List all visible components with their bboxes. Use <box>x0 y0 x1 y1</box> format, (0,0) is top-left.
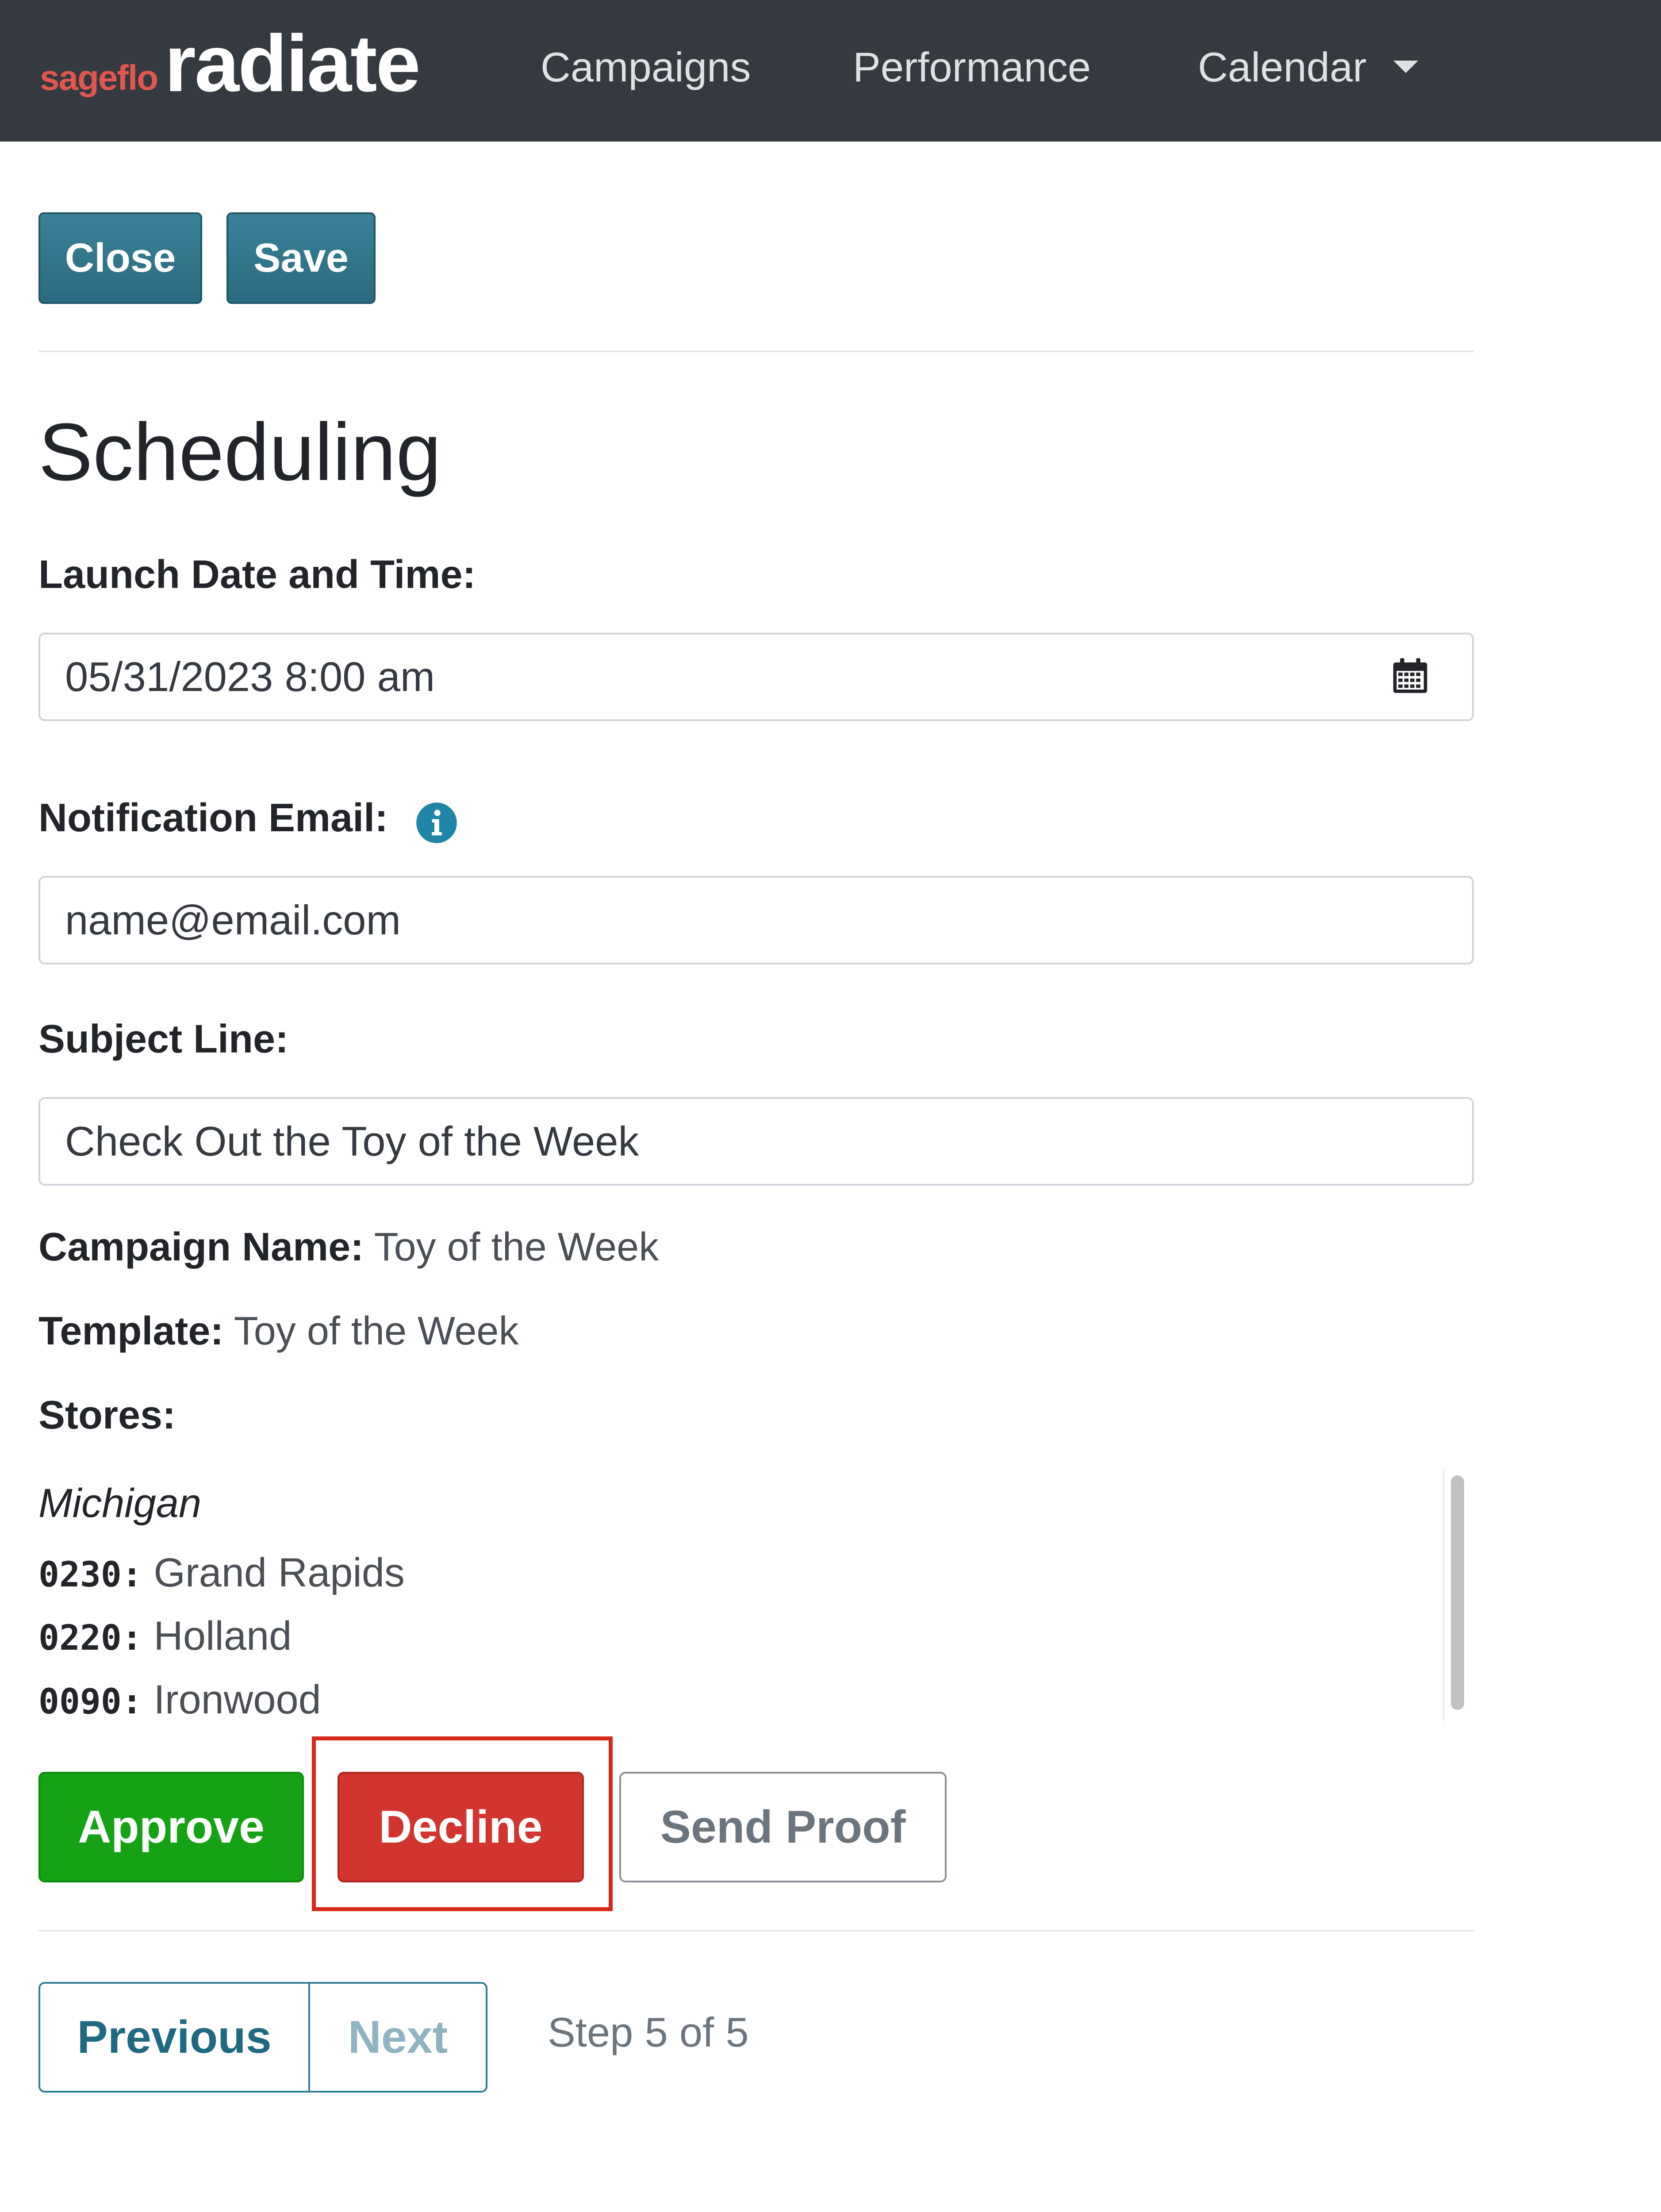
decline-highlight-box <box>312 1736 613 1911</box>
page-title: Scheduling <box>38 406 441 497</box>
stores-scrollbar-thumb[interactable] <box>1451 1475 1464 1710</box>
top-navbar: sageflo radiate Campaigns Performance Ca… <box>0 0 1661 142</box>
campaign-name-row: Campaign Name: Toy of the Week <box>38 1225 659 1269</box>
approve-button[interactable]: Approve <box>38 1772 304 1882</box>
next-button[interactable]: Next <box>310 1984 486 2091</box>
subject-line-label: Subject Line: <box>38 1017 289 1061</box>
subject-line-value: Check Out the Toy of the Week <box>65 1118 639 1164</box>
close-button[interactable]: Close <box>38 212 202 304</box>
calendar-icon[interactable] <box>1390 656 1431 696</box>
subject-line-input[interactable]: Check Out the Toy of the Week <box>38 1097 1474 1186</box>
step-indicator: Step 5 of 5 <box>548 2009 749 2055</box>
send-proof-button[interactable]: Send Proof <box>619 1772 947 1882</box>
brand-logo-main[interactable]: radiate <box>165 23 421 104</box>
chevron-down-icon[interactable] <box>1393 61 1418 73</box>
launch-date-input[interactable]: 05/31/2023 8:00 am <box>38 633 1474 721</box>
template-key: Template: <box>38 1309 224 1353</box>
brand-logo-small[interactable]: sageflo <box>40 58 158 98</box>
save-button[interactable]: Save <box>226 212 376 304</box>
store-region-heading: Michigan <box>38 1481 202 1526</box>
divider <box>38 350 1474 352</box>
nav-calendar[interactable]: Calendar <box>1198 44 1366 90</box>
launch-date-value: 05/31/2023 8:00 am <box>65 653 435 700</box>
store-list-item: 0090: Ironwood <box>38 1677 321 1722</box>
store-name: Grand Rapids <box>153 1550 405 1595</box>
nav-campaigns[interactable]: Campaigns <box>541 44 751 90</box>
store-name: Holland <box>153 1613 292 1659</box>
divider <box>38 1930 1474 1932</box>
template-value: Toy of the Week <box>234 1309 519 1353</box>
stores-label-row: Stores: <box>38 1394 176 1437</box>
notification-email-label: Notification Email: <box>38 796 388 840</box>
template-row: Template: Toy of the Week <box>38 1310 518 1353</box>
store-code: 0090: <box>38 1682 142 1722</box>
notification-email-input[interactable]: name@email.com <box>38 876 1474 964</box>
store-name: Ironwood <box>153 1677 321 1722</box>
stores-key: Stores: <box>38 1393 176 1437</box>
nav-performance[interactable]: Performance <box>853 44 1091 90</box>
info-icon[interactable] <box>414 801 459 845</box>
campaign-name-value: Toy of the Week <box>374 1225 659 1269</box>
pagination: Previous Next <box>38 1982 487 2093</box>
store-list-item: 0220: Holland <box>38 1613 292 1659</box>
previous-button[interactable]: Previous <box>40 1984 310 2091</box>
store-code: 0230: <box>38 1555 142 1595</box>
notification-email-value: name@email.com <box>65 897 401 943</box>
store-code: 0220: <box>38 1618 142 1658</box>
campaign-name-key: Campaign Name: <box>38 1225 364 1269</box>
launch-date-label: Launch Date and Time: <box>38 553 476 597</box>
store-list-item: 0230: Grand Rapids <box>38 1550 405 1595</box>
